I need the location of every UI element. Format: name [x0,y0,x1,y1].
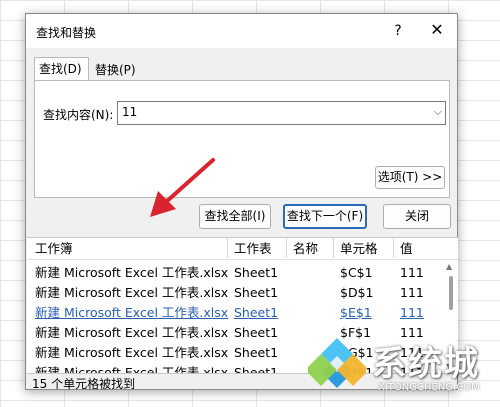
cell-workbook: 新建 Microsoft Excel 工作表.xlsx [35,345,229,360]
site-watermark: 系统城 XITONGCHENG.COM [306,332,496,404]
column-header-cell[interactable]: 单元格 [340,238,378,260]
tab-replace[interactable]: 替换(P) [91,59,140,81]
cell-sheet: Sheet1 [234,345,279,360]
find-what-value: 11 [122,105,138,119]
watermark-logo-icon [308,338,366,388]
options-button[interactable]: 选项(T) >> [375,166,445,189]
watermark-subtext: XITONGCHENG.COM [378,382,480,393]
find-what-label: 查找内容(N): [43,108,114,122]
cell-workbook: 新建 Microsoft Excel 工作表.xlsx [35,285,229,300]
table-row-selected[interactable]: 新建 Microsoft Excel 工作表.xlsx Sheet1 $E$1 … [27,303,458,323]
cell-sheet: Sheet1 [234,325,279,340]
cell-workbook: 新建 Microsoft Excel 工作表.xlsx [35,325,229,340]
tab-find[interactable]: 查找(D) [34,57,89,81]
help-button[interactable]: ? [387,20,409,42]
column-header-value[interactable]: 值 [400,238,413,260]
cell-value: 111 [400,265,424,280]
red-arrow-annotation [150,158,215,217]
find-what-input[interactable]: 11 ⌵ [117,101,446,125]
table-row[interactable]: 新建 Microsoft Excel 工作表.xlsx Sheet1 $C$1 … [27,263,458,283]
dialog-title: 查找和替换 [36,26,97,40]
column-divider[interactable] [227,238,228,258]
scroll-up-icon[interactable]: ▲ [446,262,452,271]
cell-workbook[interactable]: 新建 Microsoft Excel 工作表.xlsx [35,303,228,323]
column-header-workbook[interactable]: 工作簿 [35,238,73,260]
dialog-titlebar: 查找和替换 ? ✕ [26,14,457,48]
cell-workbook: 新建 Microsoft Excel 工作表.xlsx [35,265,229,280]
scroll-thumb[interactable] [449,276,453,310]
watermark-text: 系统城 [372,344,480,384]
column-divider[interactable] [333,238,334,258]
column-divider[interactable] [393,238,394,258]
cell-value: 111 [400,285,424,300]
cell-sheet[interactable]: Sheet1 [234,303,278,323]
find-next-button[interactable]: 查找下一个(F) [283,204,367,229]
find-tab-panel: 查找内容(N): 11 ⌵ 选项(T) >> [34,80,450,198]
column-divider[interactable] [286,238,287,258]
cell-sheet: Sheet1 [234,285,279,300]
cell-sheet: Sheet1 [234,265,279,280]
close-window-button[interactable]: ✕ [424,18,450,42]
column-header-name[interactable]: 名称 [293,238,318,260]
close-button[interactable]: 关闭 [383,204,451,229]
cell-address: $C$1 [340,265,373,280]
results-header: 工作簿 工作表 名称 单元格 值 [27,238,458,260]
chevron-down-icon[interactable]: ⌵ [434,105,442,119]
cell-address: $D$1 [340,285,374,300]
cell-sheet: Sheet1 [234,365,279,374]
cell-value[interactable]: 111 [400,303,424,323]
column-header-sheet[interactable]: 工作表 [234,238,272,260]
table-row[interactable]: 新建 Microsoft Excel 工作表.xlsx Sheet1 $D$1 … [27,283,458,303]
status-text: 15 个单元格被找到 [32,377,136,391]
cell-workbook: 新建 Microsoft Excel 工作表.xlsx [35,365,229,374]
cell-address[interactable]: $E$1 [340,303,372,323]
